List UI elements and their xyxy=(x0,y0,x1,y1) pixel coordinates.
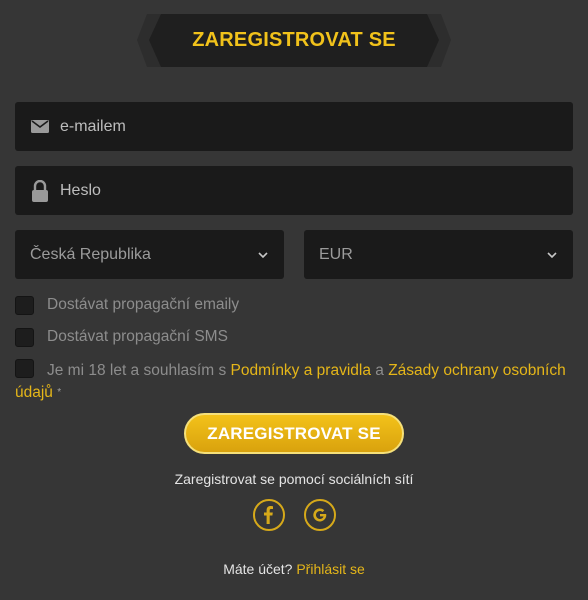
promo-emails-option[interactable]: Dostávat propagační emaily xyxy=(15,296,239,315)
promo-emails-label: Dostávat propagační emaily xyxy=(47,296,240,313)
terms-and: a xyxy=(375,362,384,379)
header-tab: ZAREGISTROVAT SE xyxy=(137,14,451,67)
email-input[interactable] xyxy=(60,117,460,136)
currency-select-value: EUR xyxy=(319,245,353,263)
terms-link[interactable]: Podmínky a pravidla xyxy=(231,362,371,379)
terms-option: Je mi 18 let a souhlasím s Podmínky a pr… xyxy=(15,359,575,404)
envelope-icon xyxy=(30,117,50,137)
lock-icon xyxy=(30,179,50,202)
google-icon[interactable] xyxy=(304,499,336,531)
promo-sms-checkbox[interactable] xyxy=(15,328,34,347)
social-label: Zaregistrovat se pomocí sociálních sítí xyxy=(174,471,414,487)
promo-sms-option[interactable]: Dostávat propagační SMS xyxy=(15,328,228,347)
login-question: Máte účet? xyxy=(223,561,293,577)
password-field[interactable] xyxy=(15,166,573,215)
email-field[interactable] xyxy=(15,102,573,151)
page-title: ZAREGISTROVAT SE xyxy=(192,29,396,51)
promo-sms-label: Dostávat propagační SMS xyxy=(47,328,228,345)
terms-prefix: Je mi 18 let a souhlasím s xyxy=(47,362,227,379)
chevron-down-icon xyxy=(547,251,557,258)
currency-select[interactable]: EUR xyxy=(304,230,573,279)
header-tab-body: ZAREGISTROVAT SE xyxy=(149,14,439,67)
login-prompt: Máte účet? Přihlásit se xyxy=(0,561,588,577)
register-button[interactable]: ZAREGISTROVAT SE xyxy=(184,413,404,454)
facebook-icon[interactable] xyxy=(253,499,285,531)
promo-emails-checkbox[interactable] xyxy=(15,296,34,315)
country-select[interactable]: Česká Republika xyxy=(15,230,284,279)
chevron-down-icon xyxy=(258,251,268,258)
login-link[interactable]: Přihlásit se xyxy=(296,561,364,577)
password-input[interactable] xyxy=(60,181,460,200)
required-mark: * xyxy=(57,387,62,398)
country-select-value: Česká Republika xyxy=(30,245,151,263)
terms-checkbox[interactable] xyxy=(15,359,34,378)
